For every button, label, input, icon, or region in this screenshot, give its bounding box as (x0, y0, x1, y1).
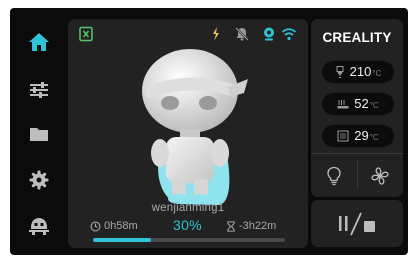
nozzle-icon (336, 66, 344, 78)
sidebar-item-controls[interactable] (27, 78, 51, 102)
elapsed-time: 0h58m (90, 220, 138, 232)
nozzle-temp-unit: °C (372, 69, 382, 78)
print-progress-bar (93, 238, 285, 242)
elapsed-time-value: 0h58m (104, 220, 138, 232)
chamber-temp-value: 29 (354, 128, 369, 143)
chamber-icon (337, 130, 349, 142)
printer-screen: wenjianming1 0h58m 30% -3h22m CREALITY 2… (10, 8, 408, 255)
model-preview-image (142, 49, 248, 205)
chamber-temperature[interactable]: 29°C (322, 125, 394, 147)
panel-divider (311, 153, 403, 154)
remaining-time-value: -3h22m (239, 220, 277, 232)
clock-icon (90, 221, 101, 231)
sidebar-item-assistant[interactable] (27, 214, 51, 238)
chamber-temp-unit: °C (369, 133, 379, 142)
sliders-icon (30, 82, 48, 98)
nozzle-temperature[interactable]: 210°C (322, 61, 394, 83)
bed-temperature[interactable]: 52°C (322, 93, 394, 115)
camera-icon[interactable] (261, 26, 277, 42)
sidebar (10, 8, 66, 255)
print-progress-fill (93, 238, 151, 242)
bed-icon (337, 99, 349, 108)
temperature-panel: CREALITY 210°C 52°C 29°C (311, 19, 403, 197)
timelapse-icon[interactable] (208, 26, 224, 42)
pause-stop-icon (339, 212, 375, 235)
home-icon (29, 33, 49, 51)
nozzle-temp-value: 210 (349, 64, 372, 79)
lightbulb-icon (327, 166, 341, 186)
pause-stop-button[interactable] (311, 200, 403, 247)
sidebar-item-home[interactable] (27, 30, 51, 54)
bed-temp-unit: °C (369, 101, 379, 110)
fan-icon (371, 167, 389, 185)
print-status-panel: wenjianming1 0h58m 30% -3h22m (68, 19, 308, 248)
robot-icon (29, 218, 49, 235)
print-filename: wenjianming1 (151, 202, 225, 214)
brand-logo: CREALITY (322, 30, 392, 45)
wifi-icon[interactable] (281, 26, 297, 42)
file-excel-icon[interactable] (78, 26, 94, 42)
gear-icon (29, 170, 49, 190)
hourglass-icon (227, 220, 235, 232)
folder-icon (30, 128, 48, 141)
sidebar-item-settings[interactable] (27, 168, 51, 192)
fan-toggle-button[interactable] (357, 161, 403, 191)
remaining-time: -3h22m (226, 220, 276, 232)
sidebar-item-files[interactable] (27, 122, 51, 146)
progress-percentage: 30% (173, 217, 202, 233)
mute-bell-icon[interactable] (234, 26, 250, 42)
light-toggle-button[interactable] (311, 161, 357, 191)
bed-temp-value: 52 (354, 96, 369, 111)
